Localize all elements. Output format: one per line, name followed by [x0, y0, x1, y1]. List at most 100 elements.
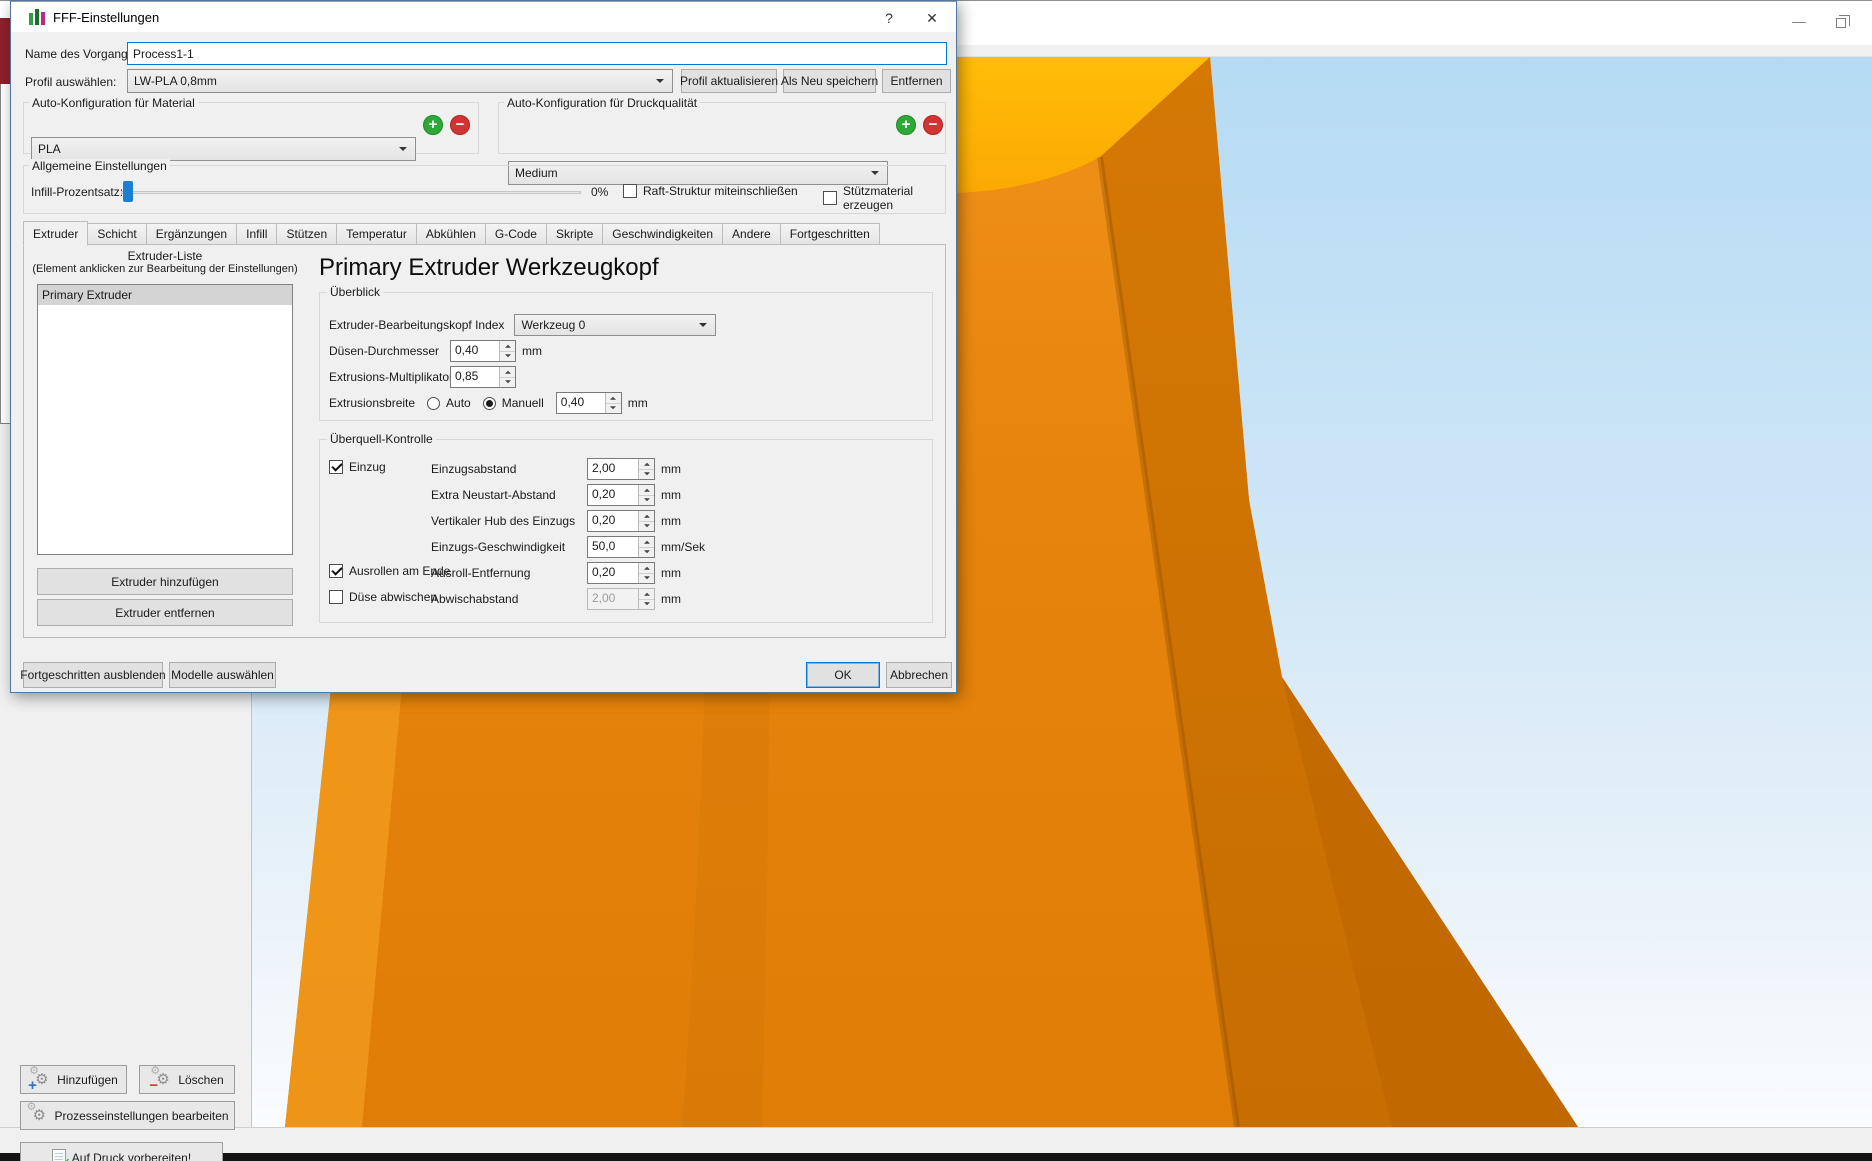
infill-slider-handle[interactable]: [123, 181, 133, 202]
gear-plus-icon: ⚙⚙+: [29, 1070, 51, 1090]
help-icon[interactable]: ?: [877, 7, 901, 29]
spinner-arrows-icon[interactable]: [499, 341, 515, 361]
tab-stuetzen[interactable]: Stützen: [277, 223, 337, 245]
add-material-button[interactable]: +: [423, 115, 443, 135]
delete-process-label: Löschen: [178, 1073, 223, 1087]
tab-ergaenzungen[interactable]: Ergänzungen: [147, 223, 237, 245]
retraction-speed-unit: mm/Sek: [661, 540, 705, 554]
width-auto-radio[interactable]: [427, 397, 440, 410]
coast-distance-spinner[interactable]: 0,20: [587, 562, 655, 584]
tab-schicht[interactable]: Schicht: [88, 223, 146, 245]
add-process-button[interactable]: ⚙⚙+ Hinzufügen: [20, 1065, 127, 1094]
process-name-input[interactable]: Process1-1: [127, 42, 947, 65]
nozzle-diameter-value[interactable]: 0,40: [451, 341, 499, 361]
retraction-checkbox[interactable]: [329, 460, 343, 474]
toolhead-heading: Primary Extruder Werkzeugkopf: [319, 254, 659, 282]
extrusion-width-value[interactable]: 0,40: [557, 393, 605, 413]
process-name-value[interactable]: Process1-1: [133, 47, 194, 61]
general-group-title: Allgemeine Einstellungen: [29, 159, 170, 173]
tab-extruder[interactable]: Extruder: [23, 221, 88, 246]
extrusion-width-unit: mm: [628, 396, 648, 410]
width-manual-radio[interactable]: [483, 397, 496, 410]
spinner-arrows-icon: [638, 589, 654, 609]
remove-quality-button[interactable]: −: [923, 115, 943, 135]
extra-restart-distance-unit: mm: [661, 488, 681, 502]
remove-profile-button[interactable]: Entfernen: [882, 69, 951, 93]
save-as-new-button[interactable]: Als Neu speichern: [783, 69, 876, 93]
cancel-button[interactable]: Abbrechen: [886, 662, 952, 688]
infill-slider-track[interactable]: [121, 191, 581, 194]
remove-extruder-button[interactable]: Extruder entfernen: [37, 599, 293, 626]
wipe-distance-unit: mm: [661, 592, 681, 606]
add-quality-button[interactable]: +: [896, 115, 916, 135]
spinner-arrows-icon[interactable]: [499, 367, 515, 387]
tab-fortgeschritten[interactable]: Fortgeschritten: [781, 223, 880, 245]
profile-select-label: Profil auswählen:: [25, 75, 116, 89]
coast-distance-label: Ausroll-Entfernung: [431, 566, 581, 580]
background-window-sliver: [0, 18, 10, 84]
close-icon[interactable]: ✕: [920, 7, 944, 29]
tab-gcode[interactable]: G-Code: [486, 223, 547, 245]
vertical-lift-spinner[interactable]: 0,20: [587, 510, 655, 532]
extruder-listbox[interactable]: Primary Extruder: [37, 284, 293, 555]
material-combobox[interactable]: PLA: [31, 137, 416, 161]
wipe-distance-row: Abwischabstand 2,00 mm: [431, 588, 681, 610]
tab-geschwindigkeiten[interactable]: Geschwindigkeiten: [603, 223, 723, 245]
wipe-checkbox[interactable]: [329, 590, 343, 604]
extruder-list-item-selected[interactable]: Primary Extruder: [38, 285, 292, 305]
vertical-lift-value[interactable]: 0,20: [588, 511, 638, 531]
minimize-icon[interactable]: —: [1784, 10, 1814, 32]
ok-button[interactable]: OK: [806, 662, 880, 688]
extrusion-multiplier-spinner[interactable]: 0,85: [450, 366, 516, 388]
tab-skripte[interactable]: Skripte: [547, 223, 603, 245]
document-check-icon: ✓: [52, 1149, 66, 1161]
extrusion-multiplier-value[interactable]: 0,85: [451, 367, 499, 387]
extrusion-width-label: Extrusionsbreite: [329, 396, 415, 410]
extra-restart-distance-spinner[interactable]: 0,20: [587, 484, 655, 506]
dialog-titlebar[interactable]: FFF-Einstellungen ? ✕: [11, 1, 956, 32]
spinner-arrows-icon[interactable]: [605, 393, 621, 413]
select-models-button[interactable]: Modelle auswählen: [169, 662, 276, 688]
vertical-lift-unit: mm: [661, 514, 681, 528]
spinner-arrows-icon[interactable]: [638, 485, 654, 505]
update-profile-button[interactable]: Profil aktualisieren: [681, 69, 777, 93]
retraction-distance-spinner[interactable]: 2,00: [587, 458, 655, 480]
retraction-speed-value[interactable]: 50,0: [588, 537, 638, 557]
retraction-speed-spinner[interactable]: 50,0: [587, 536, 655, 558]
spinner-arrows-icon[interactable]: [638, 511, 654, 531]
profile-combobox[interactable]: LW-PLA 0,8mm: [127, 69, 673, 93]
raft-checkbox[interactable]: [623, 184, 637, 198]
dialog-title: FFF-Einstellungen: [53, 10, 159, 25]
material-group-title: Auto-Konfiguration für Material: [29, 96, 198, 110]
spinner-arrows-icon[interactable]: [638, 537, 654, 557]
hide-advanced-button[interactable]: Fortgeschritten ausblenden: [23, 662, 163, 688]
coast-distance-row: Ausroll-Entfernung 0,20 mm: [431, 562, 681, 584]
retraction-distance-value[interactable]: 2,00: [588, 459, 638, 479]
nozzle-diameter-label: Düsen-Durchmesser: [329, 344, 444, 358]
coast-checkbox[interactable]: [329, 564, 343, 578]
delete-process-button[interactable]: ⚙⚙− Löschen: [139, 1065, 235, 1094]
tab-andere[interactable]: Andere: [723, 223, 781, 245]
support-checkbox[interactable]: [823, 191, 837, 205]
prepare-to-print-button[interactable]: ✓ Auf Druck vorbereiten!: [20, 1142, 223, 1161]
restore-icon[interactable]: [1826, 10, 1856, 32]
extrusion-width-row: Extrusionsbreite Auto Manuell 0,40 mm: [329, 392, 648, 414]
add-extruder-button[interactable]: Extruder hinzufügen: [37, 568, 293, 595]
ooze-group-title: Überquell-Kontrolle: [327, 432, 436, 446]
tab-infill[interactable]: Infill: [237, 223, 277, 245]
extrusion-width-spinner[interactable]: 0,40: [556, 392, 622, 414]
spinner-arrows-icon[interactable]: [638, 459, 654, 479]
coast-distance-value[interactable]: 0,20: [588, 563, 638, 583]
remove-material-button[interactable]: −: [450, 115, 470, 135]
toolhead-index-combobox[interactable]: Werkzeug 0: [514, 314, 716, 336]
tab-abkuehlen[interactable]: Abkühlen: [417, 223, 486, 245]
add-process-label: Hinzufügen: [57, 1073, 118, 1087]
tab-temperatur[interactable]: Temperatur: [337, 223, 417, 245]
edit-process-settings-button[interactable]: ⚙⚙ Prozesseinstellungen bearbeiten: [20, 1101, 235, 1130]
spinner-arrows-icon[interactable]: [638, 563, 654, 583]
nozzle-diameter-spinner[interactable]: 0,40: [450, 340, 516, 362]
nozzle-diameter-row: Düsen-Durchmesser 0,40 mm: [329, 340, 542, 362]
extra-restart-distance-value[interactable]: 0,20: [588, 485, 638, 505]
nozzle-diameter-unit: mm: [522, 344, 542, 358]
vertical-lift-label: Vertikaler Hub des Einzugs: [431, 514, 581, 528]
